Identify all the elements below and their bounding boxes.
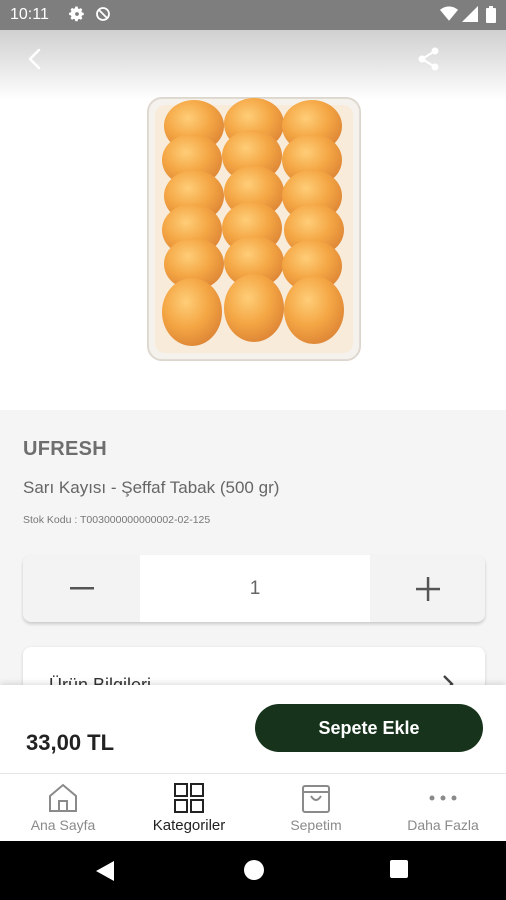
- wifi-icon: [440, 6, 458, 27]
- home-icon: [49, 783, 77, 812]
- nav-cart[interactable]: Sepetim: [253, 774, 379, 842]
- battery-icon: [486, 6, 496, 28]
- nav-label-home: Ana Sayfa: [30, 817, 96, 833]
- nav-home[interactable]: Ana Sayfa: [0, 774, 126, 842]
- cell-signal-icon: [462, 6, 478, 27]
- bottom-navigation: Ana Sayfa Kategoriler Sepetim Daha Fazla: [0, 773, 506, 841]
- back-triangle-icon[interactable]: [94, 859, 116, 883]
- status-bar: 10:11: [0, 0, 506, 30]
- minus-icon: [69, 586, 94, 589]
- brand-name: UFRESH: [23, 438, 108, 460]
- back-button[interactable]: [20, 44, 50, 74]
- shopping-bag-icon: [302, 785, 330, 813]
- grid-icon: [174, 783, 204, 813]
- back-arrow-icon: [28, 48, 41, 70]
- system-navigation-bar: [0, 841, 506, 900]
- stock-code: Stok Kodu : T003000000000002-02-125: [23, 514, 210, 526]
- decrease-quantity-button[interactable]: [23, 555, 140, 622]
- sync-off-icon: [94, 5, 112, 28]
- nav-label-cart: Sepetim: [290, 817, 342, 833]
- product-image: [146, 96, 362, 362]
- increase-quantity-button[interactable]: [370, 555, 485, 622]
- stock-code-value: T003000000000002-02-125: [80, 514, 211, 526]
- buy-bar: 33,00 TL Sepete Ekle: [0, 685, 506, 773]
- nav-label-categories: Kategoriler: [152, 817, 226, 834]
- product-price: 33,00 TL: [26, 730, 115, 755]
- nav-categories[interactable]: Kategoriler: [126, 774, 252, 842]
- quantity-stepper: 1: [23, 555, 485, 622]
- plus-icon: [415, 576, 440, 601]
- add-to-cart-button[interactable]: Sepete Ekle: [255, 704, 483, 752]
- stock-code-label: Stok Kodu :: [23, 514, 81, 526]
- nav-label-more: Daha Fazla: [407, 817, 479, 833]
- nav-more[interactable]: Daha Fazla: [380, 774, 506, 842]
- gear-icon: [68, 5, 86, 28]
- top-app-bar: [0, 30, 506, 100]
- status-time: 10:11: [10, 6, 49, 23]
- home-circle-icon[interactable]: [243, 859, 265, 881]
- share-icon: [418, 47, 439, 71]
- recents-square-icon[interactable]: [389, 859, 409, 879]
- product-title: Sarı Kayısı - Şeffaf Tabak (500 gr): [23, 478, 280, 497]
- share-button[interactable]: [414, 44, 444, 74]
- quantity-value[interactable]: 1: [140, 555, 370, 622]
- more-dots-icon: [429, 795, 457, 801]
